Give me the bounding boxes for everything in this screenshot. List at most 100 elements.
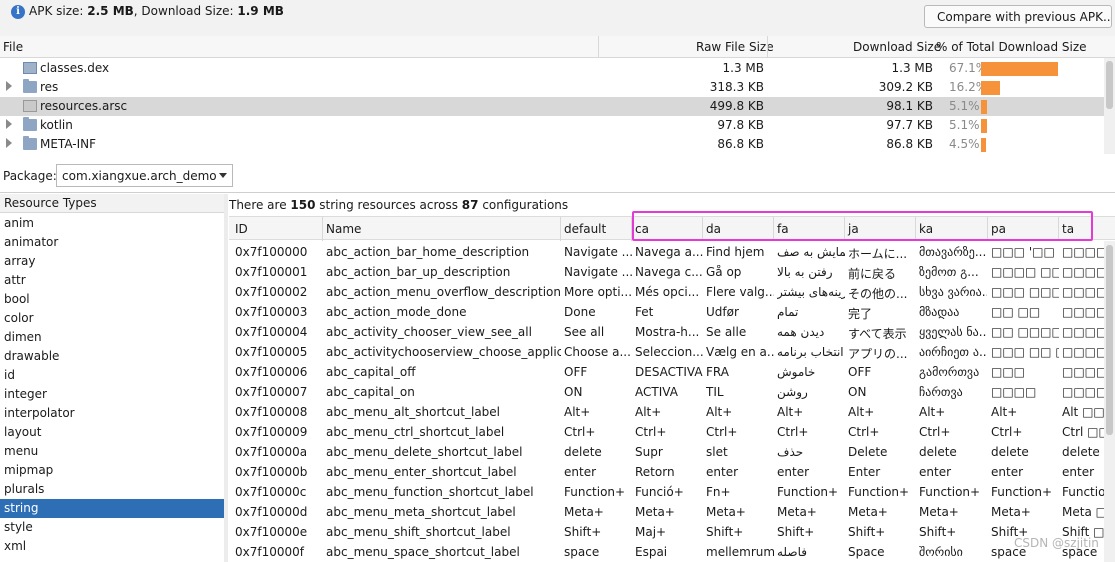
cell-fa: Alt+ <box>777 405 804 419</box>
download-size-column-header[interactable]: Download Size <box>853 40 941 54</box>
package-select[interactable]: com.xiangxue.arch_demo <box>56 164 233 187</box>
cell-fa: حذف <box>777 445 804 459</box>
resource-type-item-anim[interactable]: anim <box>0 214 224 233</box>
file-row[interactable]: resources.arsc 499.8 KB 98.1 KB 5.1% <box>0 97 1104 116</box>
table-row[interactable]: 0x7f10000b abc_menu_enter_shortcut_label e… <box>229 462 1102 482</box>
table-row[interactable]: 0x7f100009 abc_menu_ctrl_shortcut_label Ct… <box>229 422 1104 442</box>
expand-arrow-icon[interactable] <box>6 119 12 129</box>
column-divider[interactable] <box>322 217 323 241</box>
cell-ja: Meta+ <box>848 505 888 519</box>
cell-id: 0x7f100003 <box>235 305 308 319</box>
resource-type-item-xml[interactable]: xml <box>0 537 224 556</box>
percent-of-total: 5.1% <box>949 99 980 113</box>
table-row[interactable]: 0x7f100006 abc_capital_off OFF DESACTIVA FRA… <box>229 362 1104 382</box>
cell-fa: تمام <box>777 305 799 319</box>
resource-type-item-menu[interactable]: menu <box>0 442 224 461</box>
resource-type-item-string[interactable]: string <box>0 499 224 518</box>
table-row[interactable]: 0x7f100004 abc_activity_chooser_view_see_… <box>229 322 1104 342</box>
cell-id: 0x7f10000c <box>235 485 307 499</box>
cell-ja: アプリの... <box>848 347 908 361</box>
column-header-default[interactable]: default <box>564 222 606 236</box>
column-divider[interactable] <box>560 217 561 241</box>
cell-da: enter <box>706 465 739 479</box>
table-row[interactable]: 0x7f10000e abc_menu_shift_shortcut_label S… <box>229 522 1104 542</box>
expand-arrow-icon[interactable] <box>6 81 12 91</box>
file-row[interactable]: classes.dex 1.3 MB 1.3 MB 67.1% <box>0 59 1104 78</box>
table-row[interactable]: 0x7f100007 abc_capital_on ON ACTIVA TIL روشن O… <box>229 382 1104 402</box>
resource-type-item-interpolator[interactable]: interpolator <box>0 404 224 423</box>
percent-total-column-header[interactable]: % of Total Download Size <box>936 40 1087 54</box>
file-list-scrollbar[interactable] <box>1104 58 1115 154</box>
table-row[interactable]: 0x7f100000 abc_action_bar_home_descriptio… <box>229 242 1104 262</box>
table-row[interactable]: 0x7f100005 abc_activitychooserview_choose… <box>229 342 1104 362</box>
apk-size-value: 2.5 MB <box>87 4 134 18</box>
cell-id: 0x7f100002 <box>235 285 308 299</box>
table-row[interactable]: 0x7f10000d abc_menu_meta_shortcut_label Me… <box>229 502 1104 522</box>
percent-of-total: 4.5% <box>949 137 980 151</box>
chevron-down-icon <box>219 173 227 178</box>
file-row[interactable]: META-INF 86.8 KB 86.8 KB 4.5% <box>0 135 1104 154</box>
cell-id: 0x7f100008 <box>235 405 308 419</box>
resource-type-item-array[interactable]: array <box>0 252 224 271</box>
cell-ca: Maj+ <box>635 525 667 539</box>
cell-default: Done <box>564 305 596 319</box>
cell-ta: enter <box>1062 465 1095 479</box>
cell-default: See all <box>564 325 605 339</box>
table-row[interactable]: 0x7f100008 abc_menu_alt_shortcut_label Alt… <box>229 402 1104 422</box>
divider <box>0 192 1115 193</box>
file-column-header[interactable]: File <box>3 40 23 54</box>
resource-type-item-plurals[interactable]: plurals <box>0 480 224 499</box>
cell-ka: აირჩიეთ ა... <box>919 345 987 359</box>
column-divider[interactable] <box>598 36 599 58</box>
resource-types-list: anim animator array attr bool color dimen drawa… <box>0 214 224 562</box>
table-row[interactable]: 0x7f100003 abc_action_mode_done Done Fet Udf… <box>229 302 1104 322</box>
table-row[interactable]: 0x7f100001 abc_action_bar_up_description N… <box>229 262 1104 282</box>
file-row[interactable]: kotlin 97.8 KB 97.7 KB 5.1% <box>0 116 1104 135</box>
resource-type-item-mipmap[interactable]: mipmap <box>0 461 224 480</box>
expand-arrow-icon[interactable] <box>6 138 12 148</box>
resource-type-item-color[interactable]: color <box>0 309 224 328</box>
cell-name: abc_menu_enter_shortcut_label <box>326 465 517 479</box>
cell-id: 0x7f10000d <box>235 505 308 519</box>
string-table-scrollbar[interactable] <box>1104 241 1115 562</box>
column-header-name[interactable]: Name <box>326 222 361 236</box>
resource-type-item-bool[interactable]: bool <box>0 290 224 309</box>
download-size: 309.2 KB <box>878 80 933 94</box>
resource-type-item-drawable[interactable]: drawable <box>0 347 224 366</box>
table-row[interactable]: 0x7f10000c abc_menu_function_shortcut_lab… <box>229 482 1104 502</box>
table-row[interactable]: 0x7f100002 abc_action_menu_overflow_descr… <box>229 282 1104 302</box>
table-row[interactable]: 0x7f10000a abc_menu_delete_shortcut_label… <box>229 442 1102 462</box>
resource-type-item-layout[interactable]: layout <box>0 423 224 442</box>
arsc-file-icon <box>23 100 37 112</box>
cell-fa: Shift+ <box>777 525 815 539</box>
package-select-value: com.xiangxue.arch_demo <box>62 169 217 183</box>
column-divider[interactable] <box>767 36 768 58</box>
table-row[interactable]: 0x7f10000f abc_menu_space_shortcut_label s… <box>229 542 1102 562</box>
resource-type-item-animator[interactable]: animator <box>0 233 224 252</box>
resource-type-item-integer[interactable]: integer <box>0 385 224 404</box>
scrollbar-thumb[interactable] <box>1106 245 1113 435</box>
cell-fa: فاصله <box>777 545 807 559</box>
compare-with-previous-apk-button[interactable]: Compare with previous APK... <box>924 5 1112 28</box>
file-row[interactable]: res 318.3 KB 309.2 KB 16.2% <box>0 78 1104 97</box>
cell-pa: enter <box>991 465 1024 479</box>
scrollbar-thumb[interactable] <box>1106 61 1113 109</box>
resource-type-item-id[interactable]: id <box>0 366 224 385</box>
resource-type-item-style[interactable]: style <box>0 518 224 537</box>
cell-name: abc_action_bar_up_description <box>326 265 511 279</box>
resource-type-item-attr[interactable]: attr <box>0 271 224 290</box>
cell-name: abc_menu_ctrl_shortcut_label <box>326 425 505 439</box>
cell-da: Find hjem <box>706 245 765 259</box>
cell-ka: ზემოთ გ... <box>919 265 979 279</box>
cell-ca: Espai <box>635 545 668 559</box>
raw-size: 97.8 KB <box>717 118 764 132</box>
cell-name: abc_capital_on <box>326 385 415 399</box>
cell-id: 0x7f10000f <box>235 545 304 559</box>
cell-ca: Meta+ <box>635 505 675 519</box>
column-header-id[interactable]: ID <box>235 222 248 236</box>
cell-ta: □□□□ <box>1062 385 1104 399</box>
split-pane-handle[interactable] <box>224 194 228 562</box>
resource-type-item-dimen[interactable]: dimen <box>0 328 224 347</box>
raw-file-size-column-header[interactable]: Raw File Size <box>696 40 774 54</box>
cell-id: 0x7f100000 <box>235 245 308 259</box>
